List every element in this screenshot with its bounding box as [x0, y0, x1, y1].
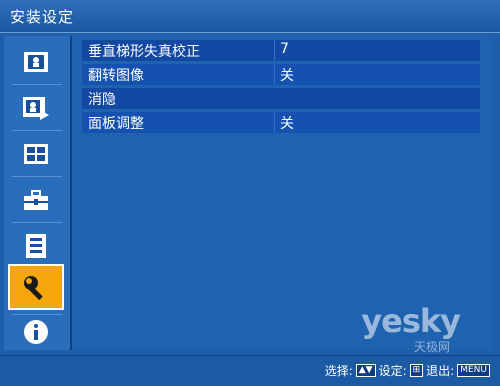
row-divider [274, 40, 275, 61]
info-icon [24, 320, 48, 344]
picture-adjust-icon [23, 97, 49, 120]
row-value: 7 [280, 41, 289, 57]
sidebar-item-picture[interactable] [10, 42, 62, 82]
row-label: 面板调整 [88, 116, 144, 132]
exit-label: 退出: [426, 364, 455, 378]
window-title: 安装设定 [10, 8, 75, 26]
sidebar-divider [12, 176, 62, 177]
sidebar-item-picture-adjust[interactable] [10, 88, 62, 128]
key-help: 选择: ▲▼ 设定: ⊞ 退出: MENU [325, 362, 490, 379]
select-label: 选择: [324, 364, 353, 378]
sidebar-item-list[interactable] [10, 226, 62, 266]
row-divider [274, 112, 275, 133]
row-value: 关 [280, 116, 294, 132]
set-label: 设定: [378, 364, 407, 378]
sidebar-item-screen[interactable] [10, 134, 62, 174]
menu-row-panel-adjust[interactable]: 面板调整 关 [82, 112, 480, 133]
menu-row-blanking[interactable]: 消隐 [82, 88, 480, 109]
sidebar-item-info[interactable] [10, 312, 62, 352]
sidebar-divider [12, 130, 62, 131]
sidebar [4, 36, 72, 350]
enter-key-icon: ⊞ [409, 364, 424, 377]
screen-split-icon [24, 144, 48, 164]
toolbox-icon [24, 190, 48, 210]
row-divider [274, 64, 275, 85]
sidebar-item-toolbox[interactable] [10, 180, 62, 220]
sidebar-item-install[interactable] [8, 264, 64, 310]
menu-key: MENU [457, 364, 490, 377]
title-bar: 安装设定 [0, 0, 500, 33]
menu-row-flip-image[interactable]: 翻转图像 关 [82, 64, 480, 85]
watermark-sub: 天极网 [413, 340, 450, 354]
up-down-key-icon: ▲▼ [355, 364, 376, 377]
sidebar-divider [12, 84, 62, 85]
row-label: 翻转图像 [88, 68, 144, 84]
wrench-icon [24, 276, 43, 301]
row-label: 垂直梯形失真校正 [88, 44, 200, 60]
sidebar-divider [12, 222, 62, 223]
watermark-logo: yesky [361, 302, 461, 340]
picture-icon [24, 52, 48, 72]
menu-row-keystone[interactable]: 垂直梯形失真校正 7 [82, 40, 480, 61]
row-label: 消隐 [88, 92, 116, 108]
list-icon [26, 234, 46, 258]
status-bar: 选择: ▲▼ 设定: ⊞ 退出: MENU [0, 355, 500, 386]
row-value: 关 [280, 68, 294, 84]
